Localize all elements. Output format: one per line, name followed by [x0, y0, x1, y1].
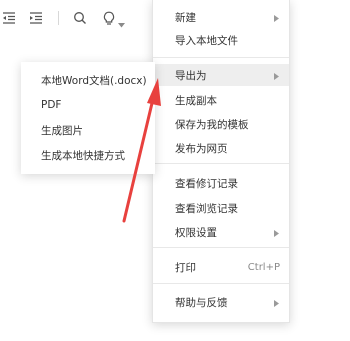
annotation-arrow	[122, 78, 161, 223]
